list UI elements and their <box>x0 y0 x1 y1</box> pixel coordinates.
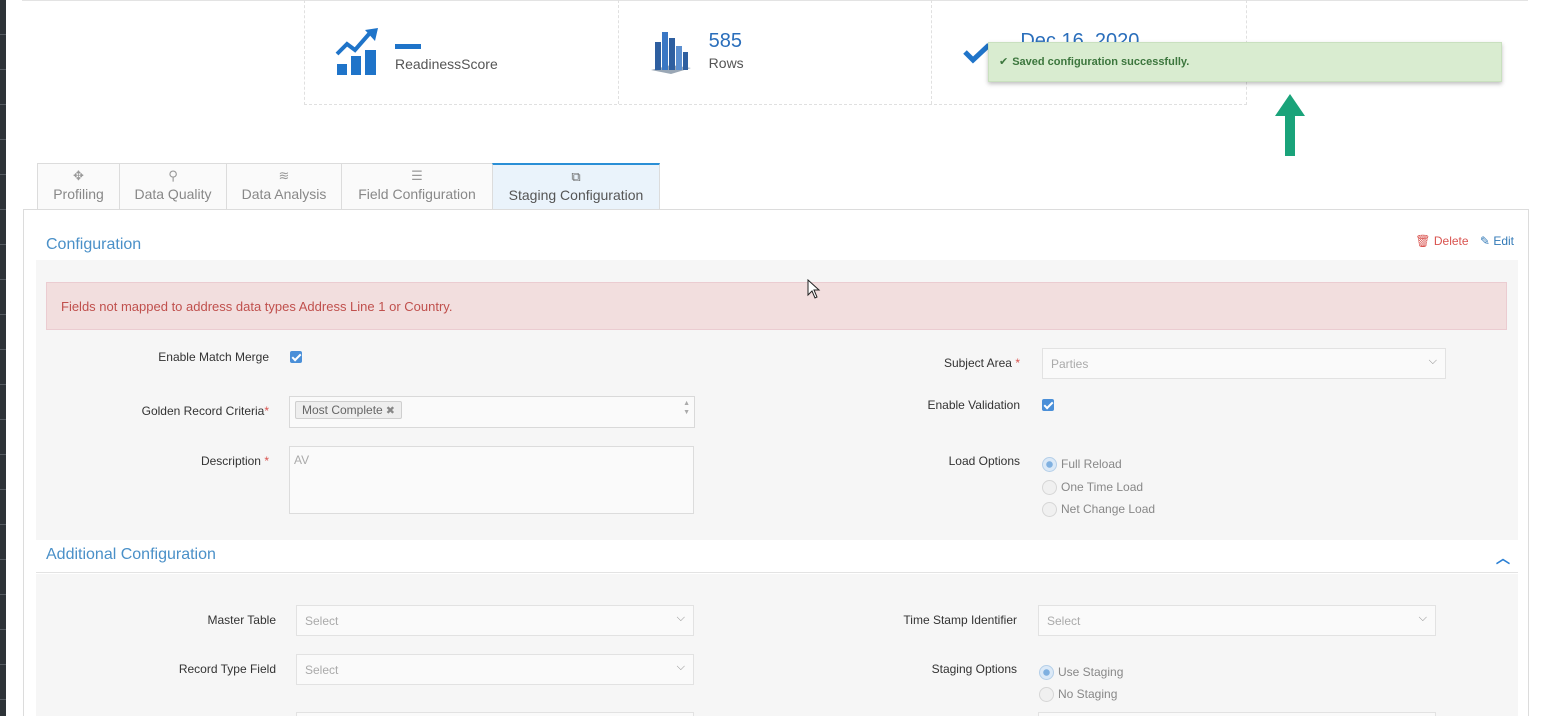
readiness-score-value <box>395 44 421 49</box>
section-divider <box>36 572 1518 573</box>
page: ReadinessScore 585 Rows Dec 16, 2020 ✔ Sa… <box>0 0 1544 716</box>
stat-value: 585 <box>708 30 743 52</box>
delete-button[interactable]: 🗑 Delete <box>1415 234 1468 248</box>
select-value: Select <box>1047 614 1081 628</box>
subject-area-select[interactable]: Parties ⌵ <box>1042 348 1446 379</box>
pencil-icon: ✎ <box>1479 234 1490 248</box>
golden-record-criteria-input[interactable]: Most Complete ✖ ▲ ▼ <box>289 396 695 428</box>
additional-configuration-form <box>36 574 1518 716</box>
stat-rows: 585 Rows <box>619 0 933 104</box>
subject-area-label: Subject Area * <box>943 356 1020 370</box>
select-value: Select <box>305 614 339 628</box>
master-table-label: Master Table <box>207 613 276 627</box>
select-value: Parties <box>1051 357 1089 371</box>
golden-record-criteria-label: Golden Record Criteria* <box>141 404 269 418</box>
check-icon: ✔ <box>999 56 1009 68</box>
enable-validation-label: Enable Validation <box>927 398 1020 412</box>
annotation-arrow-up-icon <box>1275 94 1305 156</box>
load-option-one-time-load[interactable]: One Time Load <box>1042 480 1143 495</box>
record-type-field-select[interactable]: Select ⌵ <box>296 654 694 685</box>
chart-growth-icon <box>335 28 378 75</box>
enable-validation-checkbox[interactable] <box>1042 399 1054 411</box>
enable-match-merge-checkbox[interactable] <box>290 351 302 363</box>
chip-label: Most Complete <box>302 403 383 417</box>
sliders-icon: ☰ <box>411 168 423 183</box>
tab-profiling[interactable]: ✥ Profiling <box>37 163 120 209</box>
tab-staging-configuration[interactable]: ⧉ Staging Configuration <box>492 163 660 210</box>
next-field-select-right[interactable] <box>1038 712 1436 716</box>
staging-option-use-staging[interactable]: Use Staging <box>1039 665 1123 680</box>
tab-label: Data Analysis <box>241 186 327 202</box>
label-text: Subject Area <box>943 356 1012 370</box>
master-table-select[interactable]: Select ⌵ <box>296 605 694 636</box>
edit-label: Edit <box>1493 234 1514 248</box>
success-toast[interactable]: ✔ Saved configuration successfully. <box>988 42 1502 82</box>
tab-label: Field Configuration <box>358 186 476 202</box>
stat-label: Rows <box>708 55 744 71</box>
staging-options-label: Staging Options <box>931 662 1017 676</box>
crosshair-icon: ✥ <box>73 168 84 183</box>
toast-message: Saved configuration successfully. <box>1012 56 1190 68</box>
tab-field-configuration[interactable]: ☰ Field Configuration <box>341 163 493 209</box>
staging-option-no-staging[interactable]: No Staging <box>1039 687 1117 702</box>
time-stamp-identifier-select[interactable]: Select ⌵ <box>1038 605 1436 636</box>
trash-icon: 🗑 <box>1415 234 1431 248</box>
record-type-field-label: Record Type Field <box>178 662 276 676</box>
chevron-down-icon: ⌵ <box>676 661 685 673</box>
tab-bar: ✥ Profiling ⚲ Data Quality ≋ Data Analys… <box>37 163 660 210</box>
select-value: Select <box>305 663 339 677</box>
remove-chip-icon[interactable]: ✖ <box>386 405 395 417</box>
load-option-net-change-load[interactable]: Net Change Load <box>1042 502 1155 517</box>
tab-label: Profiling <box>53 186 104 202</box>
load-option-full-reload[interactable]: Full Reload <box>1042 457 1122 472</box>
tab-data-analysis[interactable]: ≋ Data Analysis <box>226 163 342 209</box>
validation-alert: Fields not mapped to address data types … <box>46 282 1507 330</box>
panel-actions: 🗑 Delete ✎ Edit <box>1415 234 1514 248</box>
spinner-arrows-icon[interactable]: ▲ ▼ <box>683 399 690 417</box>
label-text: Description <box>200 454 261 468</box>
next-field-select[interactable] <box>296 712 694 716</box>
staging-configuration-panel: Configuration 🗑 Delete ✎ Edit Fields not… <box>23 209 1529 716</box>
copy-icon: ⧉ <box>571 169 581 184</box>
edit-button[interactable]: ✎ Edit <box>1480 234 1514 248</box>
label-text: Golden Record Criteria <box>141 404 265 418</box>
section-title-additional-configuration: Additional Configuration <box>46 546 216 563</box>
chevron-down-icon: ⌵ <box>1428 355 1437 367</box>
stat-label: ReadinessScore <box>395 56 498 72</box>
section-title-configuration: Configuration <box>46 236 142 253</box>
description-label: Description * <box>200 454 269 468</box>
stack-icon: ≋ <box>278 168 290 183</box>
enable-match-merge-label: Enable Match Merge <box>158 350 269 364</box>
delete-label: Delete <box>1433 234 1469 248</box>
time-stamp-identifier-label: Time Stamp Identifier <box>903 613 1017 627</box>
left-edge-strip <box>0 0 6 716</box>
tab-data-quality[interactable]: ⚲ Data Quality <box>119 163 227 209</box>
load-options-label: Load Options <box>948 454 1020 468</box>
bar-building-icon <box>650 32 691 74</box>
collapse-chevron-up-icon[interactable]: ︿ <box>1496 548 1510 568</box>
criteria-chip: Most Complete ✖ <box>295 401 402 419</box>
tab-label: Staging Configuration <box>508 187 644 203</box>
mouse-cursor-icon <box>807 279 821 299</box>
stat-readiness-score: ReadinessScore <box>305 0 619 104</box>
chevron-down-icon: ⌵ <box>1418 612 1427 624</box>
magnify-check-icon: ⚲ <box>168 168 178 183</box>
description-field[interactable]: AV <box>289 446 694 514</box>
chevron-down-icon: ⌵ <box>676 612 685 624</box>
tab-label: Data Quality <box>134 186 212 202</box>
